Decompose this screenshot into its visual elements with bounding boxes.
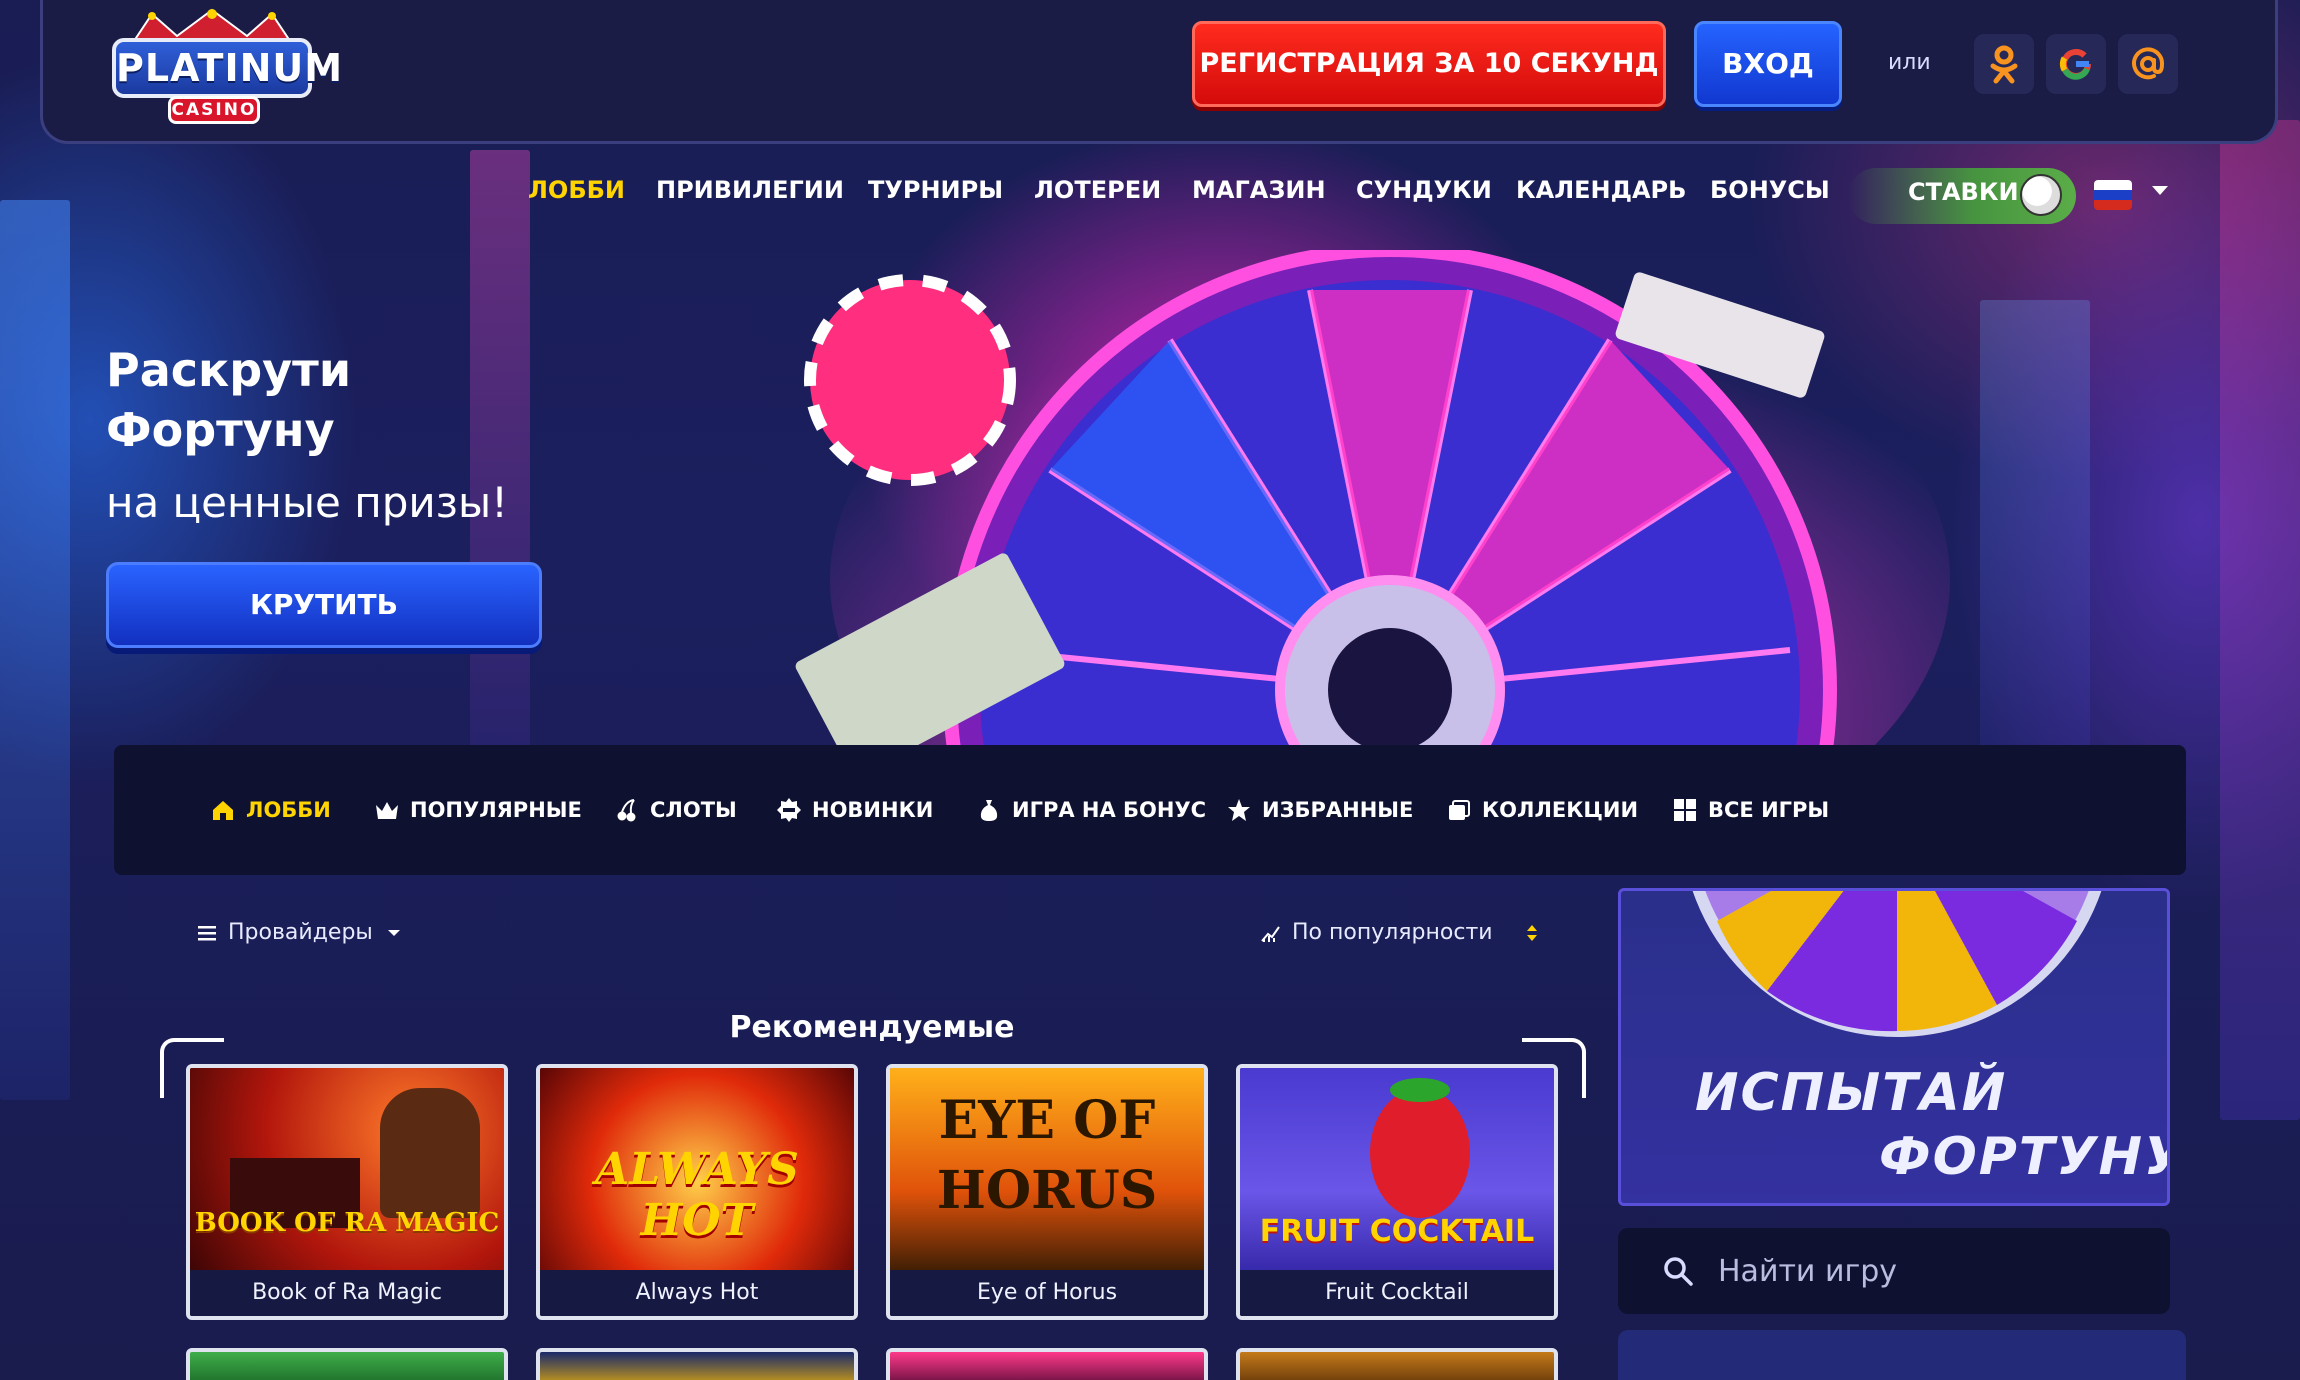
category-label: ВСЕ ИГРЫ xyxy=(1708,798,1830,822)
category-label: СЛОТЫ xyxy=(650,798,737,822)
login-button[interactable]: ВХОД xyxy=(1694,21,1842,107)
promo-title-line2: ФОРТУНУ xyxy=(1879,1127,2170,1187)
search-icon xyxy=(1664,1257,1693,1286)
game-name: Book of Ra Magic xyxy=(190,1270,504,1316)
google-login-button[interactable] xyxy=(2046,34,2106,94)
game-art-text: BOOK OF RA MAGIC xyxy=(194,1208,500,1238)
crown-icon xyxy=(376,802,398,819)
game-card[interactable] xyxy=(1236,1348,1558,1380)
category-all-games[interactable]: ВСЕ ИГРЫ xyxy=(1672,795,1829,825)
game-art-text: ALWAYS HOT xyxy=(595,1144,799,1246)
game-name: Always Hot xyxy=(540,1270,854,1316)
recommended-title: Рекомендуемые xyxy=(729,1010,1015,1045)
spin-button[interactable]: КРУТИТЬ xyxy=(106,562,542,648)
logo-text: PLATINUM xyxy=(112,38,342,98)
category-label: НОВИНКИ xyxy=(812,798,934,822)
category-bonus-play[interactable]: ИГРА НА БОНУС xyxy=(976,795,1206,825)
side-panel-bottom xyxy=(1618,1330,2186,1380)
star-icon xyxy=(1228,799,1250,821)
game-card[interactable]: BOOK OF RA MAGIC Book of Ra Magic xyxy=(186,1064,508,1320)
russian-flag-icon[interactable] xyxy=(2094,180,2132,210)
nav-tournaments[interactable]: ТУРНИРЫ xyxy=(868,176,1003,204)
game-name: Eye of Horus xyxy=(890,1270,1204,1316)
category-lobby[interactable]: ЛОББИ xyxy=(210,795,331,825)
game-card[interactable]: ALWAYS HOT Always Hot xyxy=(536,1064,858,1320)
nav-bonuses[interactable]: БОНУСЫ xyxy=(1710,176,1830,204)
hero-title: Раскрути Фортуну xyxy=(106,340,351,460)
nav-privileges[interactable]: ПРИВИЛЕГИИ xyxy=(656,176,844,204)
search-input[interactable] xyxy=(1718,1246,2138,1296)
category-popular[interactable]: ПОПУЛЯРНЫЕ xyxy=(374,795,582,825)
category-slots[interactable]: СЛОТЫ xyxy=(614,795,737,825)
money-bag-icon xyxy=(980,800,998,821)
game-card[interactable]: FRUIT COCKTAIL Fruit Cocktail xyxy=(1236,1064,1558,1320)
game-card[interactable] xyxy=(536,1348,858,1380)
game-card[interactable] xyxy=(886,1348,1208,1380)
category-label: ИЗБРАННЫЕ xyxy=(1262,798,1414,822)
game-card[interactable] xyxy=(186,1348,508,1380)
mailru-login-button[interactable] xyxy=(2118,34,2178,94)
hero-title-line2: Фортуну xyxy=(106,403,335,457)
providers-label: Провайдеры xyxy=(228,920,373,945)
game-thumbnail: FRUIT COCKTAIL xyxy=(1240,1068,1554,1274)
chevron-down-icon[interactable] xyxy=(2152,186,2168,195)
game-thumbnail: BOOK OF RA MAGIC xyxy=(190,1068,504,1274)
sort-arrows-icon xyxy=(1526,924,1537,941)
nav-calendar[interactable]: КАЛЕНДАРЬ xyxy=(1516,176,1686,204)
logo-subtext: CASINO xyxy=(168,96,260,124)
nav-shop[interactable]: МАГАЗИН xyxy=(1192,176,1326,204)
fortune-wheel-image xyxy=(790,250,1990,750)
sort-label: По популярности xyxy=(1292,920,1493,945)
at-sign-icon xyxy=(2132,47,2165,80)
category-collections[interactable]: КОЛЛЕКЦИИ xyxy=(1446,795,1638,825)
google-icon xyxy=(2059,49,2091,80)
or-label: или xyxy=(1888,50,1931,75)
providers-filter[interactable]: Провайдеры xyxy=(196,920,405,945)
sort-select[interactable]: По популярности xyxy=(1260,920,1543,945)
chevron-down-icon xyxy=(387,929,400,936)
category-favorites[interactable]: ИЗБРАННЫЕ xyxy=(1226,795,1413,825)
logo[interactable]: PLATINUM CASINO xyxy=(110,8,342,126)
cherry-icon xyxy=(617,799,636,822)
category-label: ПОПУЛЯРНЫЕ xyxy=(410,798,582,822)
game-card[interactable]: EYE OF HORUS Eye of Horus xyxy=(886,1064,1208,1320)
nav-lotteries[interactable]: ЛОТЕРЕИ xyxy=(1034,176,1161,204)
hero-subtitle: на ценные призы! xyxy=(106,478,508,527)
category-bar: ЛОББИ ПОПУЛЯРНЫЕ СЛОТЫ НОВИНКИ ИГРА НА Б… xyxy=(114,745,2186,875)
nav-bets-button[interactable]: СТАВКИ xyxy=(1848,168,2076,224)
game-name: Fruit Cocktail xyxy=(1240,1270,1554,1316)
category-label: КОЛЛЕКЦИИ xyxy=(1482,798,1639,822)
collections-icon xyxy=(1449,800,1470,820)
new-badge-icon xyxy=(777,798,801,822)
game-art-text: HORUS xyxy=(936,1160,1158,1221)
filter-icon xyxy=(198,925,216,940)
nav-lobby[interactable]: ЛОББИ xyxy=(528,176,625,204)
game-thumbnail: EYE OF HORUS xyxy=(890,1068,1204,1274)
odnoklassniki-login-button[interactable] xyxy=(1974,34,2034,94)
odnoklassniki-icon xyxy=(1990,45,2018,84)
game-art-text: EYE OF xyxy=(938,1090,1156,1151)
home-icon xyxy=(213,801,233,820)
game-thumbnail: ALWAYS HOT xyxy=(540,1068,854,1274)
fortune-wheel-promo[interactable]: ИСПЫТАЙ ФОРТУНУ xyxy=(1618,888,2170,1206)
category-label: ИГРА НА БОНУС xyxy=(1012,798,1207,822)
trending-chart-icon xyxy=(1261,925,1280,942)
nav-chests[interactable]: СУНДУКИ xyxy=(1356,176,1492,204)
promo-title-line1: ИСПЫТАЙ xyxy=(1695,1063,2008,1123)
grid-icon xyxy=(1674,799,1696,821)
category-label: ЛОББИ xyxy=(246,798,331,822)
game-art-text: FRUIT COCKTAIL xyxy=(1259,1214,1535,1249)
game-search xyxy=(1618,1228,2170,1314)
soccer-ball-icon xyxy=(2020,174,2062,216)
register-button[interactable]: РЕГИСТРАЦИЯ ЗА 10 СЕКУНД xyxy=(1192,21,1666,107)
category-new[interactable]: НОВИНКИ xyxy=(776,795,933,825)
hero-title-line1: Раскрути xyxy=(106,343,352,397)
nav-bets-label: СТАВКИ xyxy=(1908,178,2019,206)
promo-wheel-image xyxy=(1692,891,2102,1037)
header xyxy=(40,0,2278,144)
